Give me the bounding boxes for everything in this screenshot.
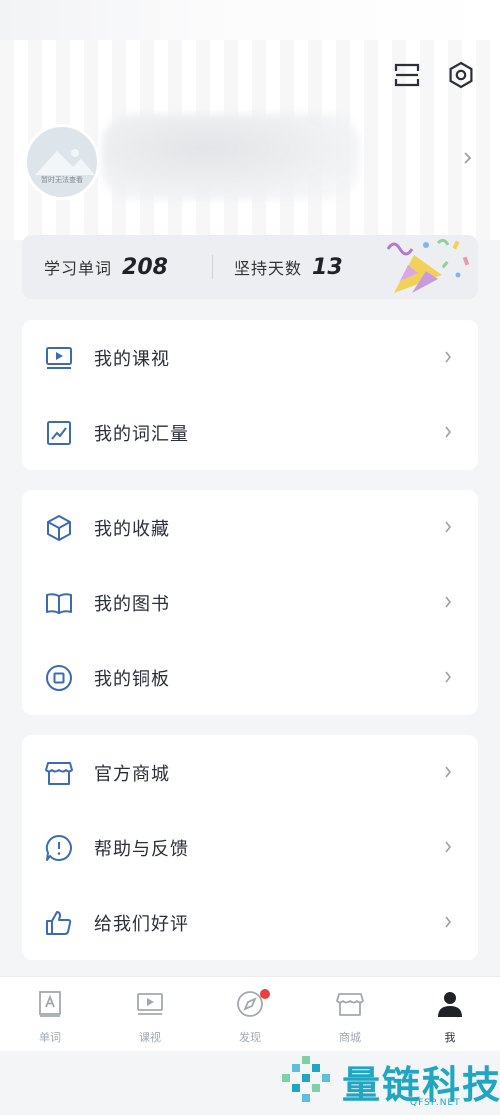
tab-label: 单词 <box>39 1031 61 1044</box>
menu-item-label: 官方商城 <box>94 763 170 785</box>
menu-item-official-store[interactable]: 官方商城 <box>22 735 478 810</box>
chevron-right-icon <box>444 668 452 687</box>
video-icon <box>135 989 165 1019</box>
tab-videos[interactable]: 课视 <box>100 977 200 1051</box>
word-icon <box>35 989 65 1019</box>
scan-icon[interactable] <box>392 60 422 90</box>
watermark: 量链科技 QFSP.NET <box>280 1050 500 1115</box>
menu-item-books[interactable]: 我的图书 <box>22 565 478 640</box>
tab-words[interactable]: 单词 <box>0 977 100 1051</box>
tab-label: 我 <box>444 1031 456 1044</box>
chevron-right-icon[interactable] <box>462 150 472 169</box>
menu-item-my-videos[interactable]: 我的课视 <box>22 320 478 395</box>
menu-item-label: 我的词汇量 <box>94 423 189 445</box>
menu-group-support: 官方商城 帮助与反馈 给我们好评 <box>22 735 478 960</box>
thumbs-up-icon <box>44 908 74 938</box>
tab-store[interactable]: 商城 <box>300 977 400 1051</box>
avatar-placeholder-text: 暂时无法查看 <box>41 176 83 184</box>
tab-label: 课视 <box>139 1031 161 1044</box>
notification-dot <box>260 989 270 999</box>
menu-group-collections: 我的收藏 我的图书 我的铜板 <box>22 490 478 715</box>
chevron-right-icon <box>444 423 452 442</box>
tab-discover[interactable]: 发现 <box>200 977 300 1051</box>
chevron-right-icon <box>444 348 452 367</box>
menu-item-label: 我的铜板 <box>94 668 170 690</box>
blurred-username <box>102 114 360 200</box>
menu-item-help-feedback[interactable]: 帮助与反馈 <box>22 810 478 885</box>
coin-icon <box>44 663 74 693</box>
tab-me[interactable]: 我 <box>400 977 500 1051</box>
book-icon <box>44 588 74 618</box>
chevron-right-icon <box>444 593 452 612</box>
image-placeholder-icon <box>35 149 95 175</box>
chevron-right-icon <box>444 518 452 537</box>
stat-words-value: 208 <box>122 254 168 280</box>
profile-icon <box>435 989 465 1019</box>
chevron-right-icon <box>444 913 452 932</box>
bottom-tab-bar: 单词 课视 发现 商城 我 <box>0 976 500 1051</box>
stat-days-label: 坚持天数 <box>234 259 303 278</box>
stats-panel: 学习单词 208 坚持天数 13 <box>22 235 478 299</box>
tab-label: 发现 <box>239 1031 261 1044</box>
menu-item-label: 我的图书 <box>94 593 170 615</box>
store-icon <box>335 989 365 1019</box>
stat-divider <box>212 255 213 279</box>
tab-label: 商城 <box>339 1031 361 1044</box>
status-bar <box>0 0 500 40</box>
feedback-icon <box>44 833 74 863</box>
chevron-right-icon <box>444 763 452 782</box>
settings-icon[interactable] <box>446 60 476 90</box>
video-icon <box>44 343 74 373</box>
menu-item-label: 帮助与反馈 <box>94 838 189 860</box>
stat-words: 学习单词 208 <box>44 235 168 299</box>
store-icon <box>44 758 74 788</box>
menu-item-coins[interactable]: 我的铜板 <box>22 640 478 715</box>
watermark-subtext: QFSP.NET <box>410 1098 461 1108</box>
stat-days-value: 13 <box>312 254 343 280</box>
chevron-right-icon <box>444 838 452 857</box>
party-popper-icon <box>386 238 470 293</box>
menu-item-label: 我的课视 <box>94 348 170 370</box>
menu-item-favorites[interactable]: 我的收藏 <box>22 490 478 565</box>
watermark-logo-icon <box>282 1056 330 1102</box>
stat-words-label: 学习单词 <box>44 259 113 278</box>
chart-icon <box>44 418 74 448</box>
menu-item-label: 我的收藏 <box>94 518 170 540</box>
menu-item-label: 给我们好评 <box>94 913 189 935</box>
menu-item-rate-us[interactable]: 给我们好评 <box>22 885 478 960</box>
menu-item-vocabulary[interactable]: 我的词汇量 <box>22 395 478 470</box>
avatar[interactable]: 暂时无法查看 <box>24 124 100 200</box>
cube-icon <box>44 513 74 543</box>
stat-days: 坚持天数 13 <box>234 235 343 299</box>
menu-group-learning: 我的课视 我的词汇量 <box>22 320 478 470</box>
header-actions <box>392 60 476 90</box>
